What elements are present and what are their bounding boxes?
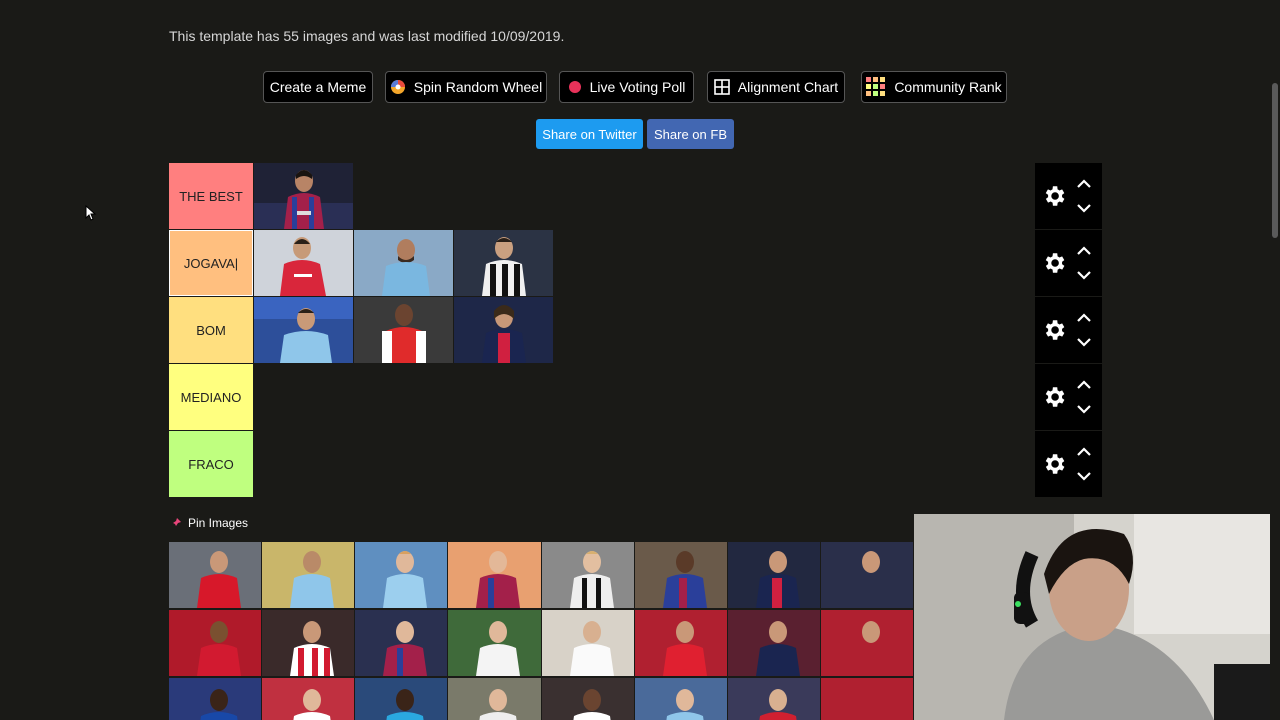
player-image[interactable] [454,297,553,363]
chevron-down-icon[interactable] [1075,469,1093,483]
alignment-chart-button[interactable]: Alignment Chart [707,71,845,103]
player-image[interactable] [169,542,262,608]
community-rank-button[interactable]: Community Rank [861,71,1007,103]
tier-controls [1035,163,1102,229]
chevron-up-icon[interactable] [1075,378,1093,392]
player-image[interactable] [169,678,262,720]
chevron-up-icon[interactable] [1075,177,1093,191]
player-image[interactable] [448,678,541,720]
player-image[interactable] [541,610,634,676]
player-image[interactable] [454,230,553,296]
tier-items [254,230,554,296]
pool-row [169,542,914,608]
page-scrollbar[interactable] [1270,0,1280,720]
tier-label[interactable]: FRACO [169,431,253,497]
player-image[interactable] [355,610,448,676]
player-image[interactable] [254,230,353,296]
gear-icon[interactable] [1041,250,1067,276]
live-voting-label: Live Voting Poll [589,79,686,95]
player-image[interactable] [254,297,353,363]
tier-label[interactable]: JOGAVA| [169,230,253,296]
tier-label[interactable]: BOM [169,297,253,363]
player-image[interactable] [354,230,453,296]
community-rank-label: Community Rank [894,79,1002,95]
player-image[interactable] [634,610,727,676]
player-image[interactable] [355,542,448,608]
tier-row: FRACO [169,431,1102,497]
player-image[interactable] [634,678,727,720]
pool-row [169,678,914,720]
spin-wheel-label: Spin Random Wheel [413,79,543,95]
tier-controls [1035,230,1102,296]
wheel-icon [390,80,405,94]
mouse-cursor-icon [85,205,97,221]
live-voting-poll-button[interactable]: Live Voting Poll [559,71,694,103]
scrollbar-thumb[interactable] [1272,83,1278,238]
gear-icon[interactable] [1041,384,1067,410]
chevron-down-icon[interactable] [1075,268,1093,282]
player-image[interactable] [541,678,634,720]
player-image[interactable] [262,678,355,720]
gear-icon[interactable] [1041,317,1067,343]
tier-label[interactable]: MEDIANO [169,364,253,430]
player-image[interactable] [820,542,913,608]
pin-images-toggle[interactable]: Pin Images [170,516,248,530]
tier-row: BOM [169,297,1102,363]
webcam-feed-image [914,514,1280,720]
player-image[interactable] [727,610,820,676]
player-image[interactable] [448,542,541,608]
top-link-fragment [220,0,280,4]
chevron-up-icon[interactable] [1075,445,1093,459]
color-grid-icon [866,77,886,96]
player-image[interactable] [820,678,913,720]
pool-row [169,610,914,676]
player-image[interactable] [354,297,453,363]
gear-icon[interactable] [1041,183,1067,209]
tier-controls [1035,364,1102,430]
tier-controls [1035,431,1102,497]
pin-images-label: Pin Images [188,516,249,530]
tier-items [254,297,554,363]
alignment-chart-label: Alignment Chart [737,79,839,95]
grid-icon [713,79,730,95]
spin-random-wheel-button[interactable]: Spin Random Wheel [385,71,547,103]
share-twitter-button[interactable]: Share on Twitter [536,119,643,149]
player-image[interactable] [727,542,820,608]
tier-items [254,163,354,229]
tier-row: JOGAVA| [169,230,1102,296]
player-image[interactable] [355,678,448,720]
chevron-down-icon[interactable] [1075,201,1093,215]
player-image[interactable] [820,610,913,676]
record-dot-icon [568,81,581,93]
create-meme-button[interactable]: Create a Meme [263,71,373,103]
tier-label[interactable]: THE BEST [169,163,253,229]
tier-list: THE BEST JOGAVA| BOM MEDIANO FRACO [169,163,1102,498]
webcam-overlay [914,514,1280,720]
template-info-text: This template has 55 images and was last… [169,28,565,44]
image-pool [169,542,914,720]
player-image[interactable] [634,542,727,608]
action-button-row: Create a Meme Spin Random Wheel Live Vot… [0,71,1280,105]
player-image[interactable] [448,610,541,676]
tier-controls [1035,297,1102,363]
chevron-up-icon[interactable] [1075,244,1093,258]
share-facebook-button[interactable]: Share on FB [647,119,734,149]
player-image[interactable] [262,542,355,608]
chevron-down-icon[interactable] [1075,402,1093,416]
tier-row: MEDIANO [169,364,1102,430]
player-image[interactable] [262,610,355,676]
player-image[interactable] [254,163,353,229]
chevron-up-icon[interactable] [1075,311,1093,325]
create-meme-label: Create a Meme [269,79,367,95]
chevron-down-icon[interactable] [1075,335,1093,349]
pin-icon [171,518,181,528]
gear-icon[interactable] [1041,451,1067,477]
tier-row: THE BEST [169,163,1102,229]
player-image[interactable] [727,678,820,720]
player-image[interactable] [541,542,634,608]
player-image[interactable] [169,610,262,676]
